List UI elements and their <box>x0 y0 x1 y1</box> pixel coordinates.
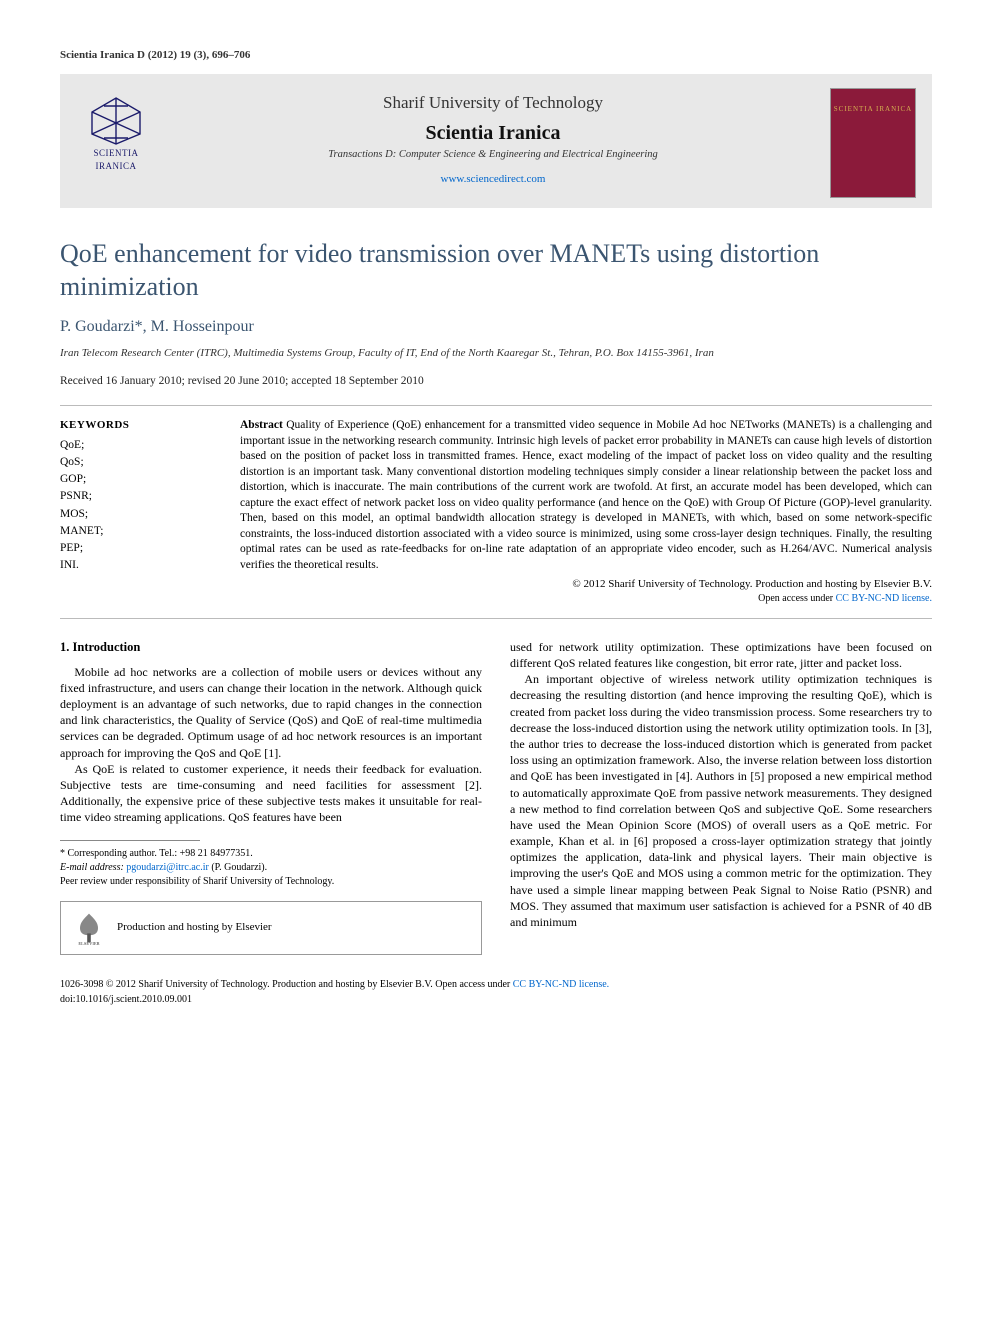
running-head: Scientia Iranica D (2012) 19 (3), 696–70… <box>60 48 932 62</box>
corresponding-author-note: * Corresponding author. Tel.: +98 21 849… <box>60 847 482 861</box>
elsevier-box: ELSEVIER Production and hosting by Elsev… <box>60 901 482 955</box>
peer-review-note: Peer review under responsibility of Shar… <box>60 875 482 889</box>
doi: doi:10.1016/j.scient.2010.09.001 <box>60 994 192 1005</box>
keyword: PEP; <box>60 540 210 557</box>
article-dates: Received 16 January 2010; revised 20 Jun… <box>60 374 932 389</box>
section-heading-introduction: 1. Introduction <box>60 639 482 656</box>
footer-license-prefix: Open access under <box>435 979 512 990</box>
abstract-text: Quality of Experience (QoE) enhancement … <box>240 419 932 571</box>
abstract-heading: Abstract <box>240 419 283 431</box>
article-title: QoE enhancement for video transmission o… <box>60 238 932 303</box>
scientia-iranica-logo-icon <box>86 94 146 146</box>
body-paragraph: An important objective of wireless netwo… <box>510 671 932 930</box>
keyword: INI. <box>60 557 210 574</box>
keyword: GOP; <box>60 471 210 488</box>
body-paragraph: Mobile ad hoc networks are a collection … <box>60 664 482 761</box>
footnotes: * Corresponding author. Tel.: +98 21 849… <box>60 847 482 889</box>
university-name: Sharif University of Technology <box>172 92 814 114</box>
journal-website-link[interactable]: www.sciencedirect.com <box>441 173 546 185</box>
footer-license-link[interactable]: CC BY-NC-ND license. <box>513 979 609 990</box>
keyword: QoE; <box>60 437 210 454</box>
keyword: MOS; <box>60 506 210 523</box>
issn-copyright: 1026-3098 © 2012 Sharif University of Te… <box>60 979 433 990</box>
author-email-link[interactable]: pgoudarzi@itrc.ac.ir <box>126 862 209 873</box>
cover-title: SCIENTIA IRANICA <box>831 105 915 114</box>
journal-cover-thumbnail: SCIENTIA IRANICA <box>830 88 916 198</box>
keywords-heading: KEYWORDS <box>60 418 210 432</box>
elsevier-hosting-text: Production and hosting by Elsevier <box>117 920 272 935</box>
email-label: E-mail address: <box>60 862 124 873</box>
license-prefix: Open access under <box>758 593 835 604</box>
abstract-block: Abstract Quality of Experience (QoE) enh… <box>240 418 932 606</box>
abstract-copyright: © 2012 Sharif University of Technology. … <box>240 577 932 592</box>
keyword: PSNR; <box>60 488 210 505</box>
keywords-block: KEYWORDS QoE; QoS; GOP; PSNR; MOS; MANET… <box>60 418 210 606</box>
authors: P. Goudarzi*, M. Hosseinpour <box>60 317 932 338</box>
article-body: 1. Introduction Mobile ad hoc networks a… <box>60 639 932 955</box>
journal-name: Scientia Iranica <box>172 120 814 146</box>
journal-header: SCIENTIA IRANICA Sharif University of Te… <box>60 74 932 208</box>
elsevier-logo-text: ELSEVIER <box>78 941 99 946</box>
body-paragraph: used for network utility optimization. T… <box>510 639 932 671</box>
affiliation: Iran Telecom Research Center (ITRC), Mul… <box>60 346 932 360</box>
license-link[interactable]: CC BY-NC-ND license. <box>836 593 932 604</box>
logo-caption-1: SCIENTIA <box>94 148 139 160</box>
authors-text: P. Goudarzi*, M. Hosseinpour <box>60 318 254 335</box>
keyword: MANET; <box>60 523 210 540</box>
journal-logo: SCIENTIA IRANICA <box>76 88 156 178</box>
email-attribution: (P. Goudarzi). <box>211 862 267 873</box>
keyword: QoS; <box>60 454 210 471</box>
transactions-subtitle: Transactions D: Computer Science & Engin… <box>172 148 814 162</box>
body-paragraph: As QoE is related to customer experience… <box>60 761 482 826</box>
logo-caption-2: IRANICA <box>96 161 137 173</box>
page-footer: 1026-3098 © 2012 Sharif University of Te… <box>60 977 932 1007</box>
footnote-separator <box>60 840 200 841</box>
elsevier-tree-icon: ELSEVIER <box>71 910 107 946</box>
